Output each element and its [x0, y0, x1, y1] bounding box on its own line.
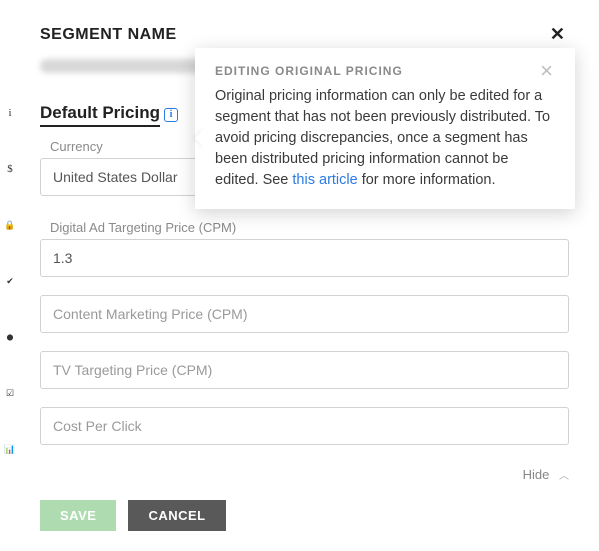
circle-icon[interactable]: ⬤: [2, 329, 18, 345]
tooltip-text-post: for more information.: [358, 172, 496, 188]
tv-targeting-price-field[interactable]: [40, 351, 569, 389]
cost-per-click-field[interactable]: [40, 407, 569, 445]
checkbox-icon[interactable]: ☑: [2, 385, 18, 401]
lock-icon[interactable]: 🔒: [2, 217, 18, 233]
panel-header: SEGMENT NAME ✕: [40, 20, 569, 49]
tooltip-header: EDITING ORIGINAL PRICING ×: [215, 64, 555, 78]
save-button[interactable]: SAVE: [40, 500, 116, 531]
tooltip-article-link[interactable]: this article: [292, 172, 357, 188]
hide-toggle[interactable]: Hide ︿: [40, 467, 569, 482]
check-icon[interactable]: ✔: [2, 273, 18, 289]
hide-label: Hide: [523, 467, 550, 482]
section-title: Default Pricing: [40, 103, 160, 127]
digital-price-label: Digital Ad Targeting Price (CPM): [50, 220, 569, 235]
left-icon-rail: i $ 🔒 ✔ ⬤ ☑ 📊: [0, 0, 20, 546]
segment-name-title: SEGMENT NAME: [40, 26, 177, 44]
info-icon[interactable]: i: [2, 105, 18, 121]
chart-icon[interactable]: 📊: [2, 441, 18, 457]
button-row: SAVE CANCEL: [40, 500, 569, 531]
chevron-up-icon: ︿: [559, 467, 569, 482]
dollar-icon[interactable]: $: [2, 161, 18, 177]
tooltip-body: Original pricing information can only be…: [215, 86, 555, 191]
close-icon[interactable]: ✕: [546, 20, 569, 49]
tooltip-title: EDITING ORIGINAL PRICING: [215, 64, 403, 78]
close-icon[interactable]: ×: [538, 64, 555, 77]
digital-price-field[interactable]: [40, 239, 569, 277]
cancel-button[interactable]: CANCEL: [128, 500, 225, 531]
content-marketing-price-field[interactable]: [40, 295, 569, 333]
editing-pricing-tooltip: EDITING ORIGINAL PRICING × Original pric…: [195, 48, 575, 209]
info-icon[interactable]: i: [164, 108, 178, 122]
